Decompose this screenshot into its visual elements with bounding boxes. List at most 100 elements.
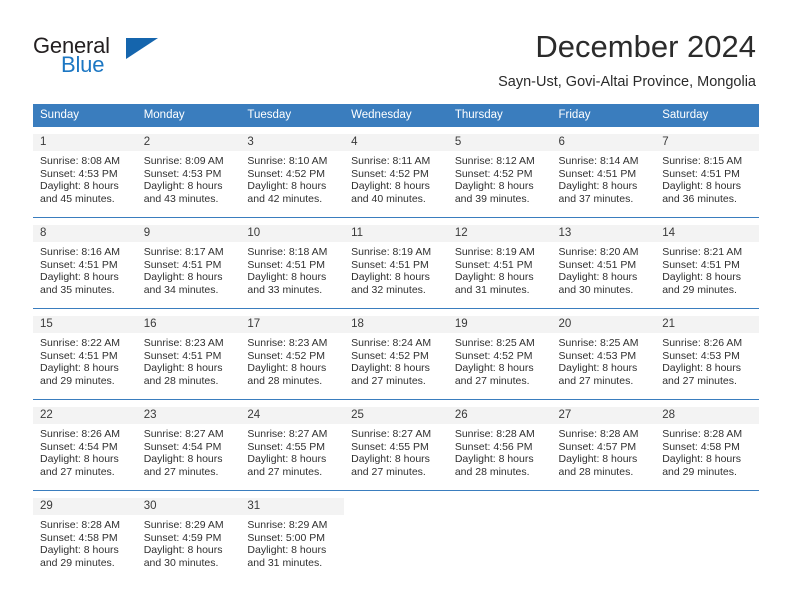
- day-cell-content: 3 Sunrise: 8:10 AM Sunset: 4:52 PM Daylight…: [240, 134, 345, 217]
- sunrise-time: Sunrise: 8:28 AM: [454, 428, 535, 440]
- day-number: 24: [240, 407, 345, 424]
- calendar-day-cell[interactable]: [447, 498, 552, 581]
- day-details: Sunrise: 8:29 AM Sunset: 5:00 PM Daylight:…: [240, 515, 344, 569]
- calendar-day-cell[interactable]: 8 Sunrise: 8:16 AM Sunset: 4:51 PM Daylight…: [33, 225, 137, 309]
- calendar-day-cell[interactable]: 13 Sunrise: 8:20 AM Sunset: 4:51 PM Dayligh…: [551, 225, 656, 309]
- day-details: Sunrise: 8:09 AM Sunset: 4:53 PM Daylight:…: [137, 151, 241, 205]
- daylight-duration-line1: Daylight: 8 hours: [662, 180, 742, 193]
- day-cell-content: 10 Sunrise: 8:18 AM Sunset: 4:51 PM Dayligh…: [240, 225, 345, 308]
- calendar-day-cell[interactable]: 25 Sunrise: 8:27 AM Sunset: 4:55 PM Dayligh…: [344, 407, 448, 491]
- week-separator-line: [33, 308, 759, 316]
- day-details: Sunrise: 8:17 AM Sunset: 4:51 PM Daylight:…: [137, 242, 241, 296]
- week-separator: [33, 399, 759, 407]
- calendar-day-cell[interactable]: 11 Sunrise: 8:19 AM Sunset: 4:51 PM Dayligh…: [344, 225, 448, 309]
- calendar-day-cell[interactable]: 16 Sunrise: 8:23 AM Sunset: 4:51 PM Dayligh…: [136, 316, 241, 400]
- calendar-day-cell[interactable]: 22 Sunrise: 8:26 AM Sunset: 4:54 PM Dayligh…: [33, 407, 137, 491]
- day-number: 3: [240, 134, 345, 151]
- calendar-day-cell[interactable]: 1 Sunrise: 8:08 AM Sunset: 4:53 PM Daylight…: [33, 134, 137, 218]
- daylight-duration-line2: and 29 minutes.: [662, 283, 737, 296]
- daylight-duration-line1: Daylight: 8 hours: [143, 453, 223, 466]
- calendar-day-cell[interactable]: [551, 498, 656, 581]
- calendar-day-cell[interactable]: 30 Sunrise: 8:29 AM Sunset: 4:59 PM Dayligh…: [136, 498, 241, 581]
- day-details: Sunrise: 8:23 AM Sunset: 4:51 PM Daylight:…: [137, 333, 241, 387]
- daylight-duration-line2: and 27 minutes.: [40, 465, 115, 478]
- calendar-day-cell[interactable]: 4 Sunrise: 8:11 AM Sunset: 4:52 PM Daylight…: [344, 134, 448, 218]
- day-number: 14: [655, 225, 759, 242]
- day-details: Sunrise: 8:27 AM Sunset: 4:55 PM Daylight:…: [344, 424, 448, 478]
- day-number: 19: [447, 316, 552, 333]
- calendar-day-cell[interactable]: 24 Sunrise: 8:27 AM Sunset: 4:55 PM Dayligh…: [240, 407, 345, 491]
- week-separator-line: [33, 490, 759, 498]
- calendar-day-cell[interactable]: 20 Sunrise: 8:25 AM Sunset: 4:53 PM Dayligh…: [551, 316, 656, 400]
- daylight-duration-line2: and 32 minutes.: [351, 283, 426, 296]
- sunrise-time: Sunrise: 8:28 AM: [662, 428, 743, 440]
- calendar-day-cell[interactable]: 15 Sunrise: 8:22 AM Sunset: 4:51 PM Dayligh…: [33, 316, 137, 400]
- calendar-day-cell[interactable]: 18 Sunrise: 8:24 AM Sunset: 4:52 PM Dayligh…: [344, 316, 448, 400]
- sunrise-time: Sunrise: 8:28 AM: [558, 428, 639, 440]
- weekday-header-friday: Friday: [551, 104, 656, 127]
- brand-logo[interactable]: General Blue: [33, 33, 233, 83]
- daylight-duration-line2: and 27 minutes.: [558, 374, 634, 387]
- sunset-time: Sunset: 4:55 PM: [351, 440, 429, 453]
- day-details: Sunrise: 8:28 AM Sunset: 4:57 PM Daylight:…: [552, 424, 656, 478]
- calendar-day-cell[interactable]: 14 Sunrise: 8:21 AM Sunset: 4:51 PM Dayligh…: [655, 225, 759, 309]
- day-cell-content: 19 Sunrise: 8:25 AM Sunset: 4:52 PM Dayligh…: [447, 316, 552, 399]
- calendar-week-row: 15 Sunrise: 8:22 AM Sunset: 4:51 PM Dayligh…: [33, 316, 759, 400]
- calendar-day-cell[interactable]: 31 Sunrise: 8:29 AM Sunset: 5:00 PM Dayligh…: [240, 498, 345, 581]
- calendar-day-cell[interactable]: [344, 498, 448, 581]
- daylight-duration-line1: Daylight: 8 hours: [454, 453, 534, 466]
- daylight-duration-line2: and 39 minutes.: [454, 192, 530, 205]
- day-number: 4: [344, 134, 448, 151]
- daylight-duration-line2: and 30 minutes.: [143, 556, 219, 569]
- week-separator: [33, 308, 759, 316]
- calendar-day-cell[interactable]: 23 Sunrise: 8:27 AM Sunset: 4:54 PM Dayligh…: [136, 407, 241, 491]
- sunrise-time: Sunrise: 8:27 AM: [143, 428, 224, 440]
- calendar-day-cell[interactable]: 26 Sunrise: 8:28 AM Sunset: 4:56 PM Dayligh…: [447, 407, 552, 491]
- daylight-duration-line2: and 31 minutes.: [247, 556, 323, 569]
- day-cell-content: 17 Sunrise: 8:23 AM Sunset: 4:52 PM Dayligh…: [240, 316, 345, 399]
- day-number: [344, 498, 448, 515]
- daylight-duration-line2: and 31 minutes.: [454, 283, 530, 296]
- daylight-duration-line1: Daylight: 8 hours: [40, 453, 119, 466]
- sunset-time: Sunset: 4:52 PM: [247, 349, 326, 362]
- calendar-day-cell[interactable]: 7 Sunrise: 8:15 AM Sunset: 4:51 PM Daylight…: [655, 134, 759, 218]
- calendar-header-row: Sunday Monday Tuesday Wednesday Thursday…: [33, 104, 759, 127]
- calendar-day-cell[interactable]: 27 Sunrise: 8:28 AM Sunset: 4:57 PM Dayligh…: [551, 407, 656, 491]
- daylight-duration-line2: and 27 minutes.: [454, 374, 530, 387]
- daylight-duration-line2: and 29 minutes.: [40, 374, 115, 387]
- daylight-duration-line2: and 27 minutes.: [662, 374, 737, 387]
- day-cell-content: 5 Sunrise: 8:12 AM Sunset: 4:52 PM Daylight…: [447, 134, 552, 217]
- daylight-duration-line1: Daylight: 8 hours: [662, 362, 742, 375]
- calendar-day-cell[interactable]: 21 Sunrise: 8:26 AM Sunset: 4:53 PM Dayligh…: [655, 316, 759, 400]
- calendar-day-cell[interactable]: 3 Sunrise: 8:10 AM Sunset: 4:52 PM Daylight…: [240, 134, 345, 218]
- sunset-time: Sunset: 4:53 PM: [662, 349, 740, 362]
- calendar-day-cell[interactable]: 28 Sunrise: 8:28 AM Sunset: 4:58 PM Dayligh…: [655, 407, 759, 491]
- calendar-day-cell[interactable]: 19 Sunrise: 8:25 AM Sunset: 4:52 PM Dayligh…: [447, 316, 552, 400]
- sunset-time: Sunset: 4:51 PM: [143, 258, 222, 271]
- sunrise-time: Sunrise: 8:24 AM: [351, 337, 432, 349]
- location-subtitle: Sayn-Ust, Govi-Altai Province, Mongolia: [498, 74, 756, 90]
- day-cell-content: 18 Sunrise: 8:24 AM Sunset: 4:52 PM Dayligh…: [344, 316, 448, 399]
- calendar-day-cell[interactable]: 12 Sunrise: 8:19 AM Sunset: 4:51 PM Dayligh…: [447, 225, 552, 309]
- sunrise-time: Sunrise: 8:08 AM: [40, 155, 120, 167]
- week-separator: [33, 217, 759, 225]
- calendar-day-cell[interactable]: 6 Sunrise: 8:14 AM Sunset: 4:51 PM Daylight…: [551, 134, 656, 218]
- day-number: 5: [447, 134, 552, 151]
- calendar-day-cell[interactable]: 5 Sunrise: 8:12 AM Sunset: 4:52 PM Daylight…: [447, 134, 552, 218]
- calendar-day-cell[interactable]: 2 Sunrise: 8:09 AM Sunset: 4:53 PM Daylight…: [136, 134, 241, 218]
- weekday-header-wednesday: Wednesday: [344, 104, 448, 127]
- calendar-week-row: 29 Sunrise: 8:28 AM Sunset: 4:58 PM Dayligh…: [33, 498, 759, 581]
- sunrise-time: Sunrise: 8:25 AM: [558, 337, 639, 349]
- calendar-day-cell[interactable]: 10 Sunrise: 8:18 AM Sunset: 4:51 PM Dayligh…: [240, 225, 345, 309]
- day-cell-content: 6 Sunrise: 8:14 AM Sunset: 4:51 PM Daylight…: [551, 134, 656, 217]
- sunset-time: Sunset: 4:52 PM: [454, 167, 533, 180]
- day-details: Sunrise: 8:28 AM Sunset: 4:58 PM Daylight:…: [655, 424, 759, 478]
- calendar-day-cell[interactable]: 9 Sunrise: 8:17 AM Sunset: 4:51 PM Daylight…: [136, 225, 241, 309]
- calendar-day-cell[interactable]: 29 Sunrise: 8:28 AM Sunset: 4:58 PM Dayligh…: [33, 498, 137, 581]
- day-details: Sunrise: 8:21 AM Sunset: 4:51 PM Daylight:…: [655, 242, 759, 296]
- calendar-day-cell[interactable]: 17 Sunrise: 8:23 AM Sunset: 4:52 PM Dayligh…: [240, 316, 345, 400]
- day-number: 12: [447, 225, 552, 242]
- calendar-day-cell[interactable]: [655, 498, 759, 581]
- sunrise-time: Sunrise: 8:23 AM: [143, 337, 224, 349]
- sunrise-time: Sunrise: 8:18 AM: [247, 246, 328, 258]
